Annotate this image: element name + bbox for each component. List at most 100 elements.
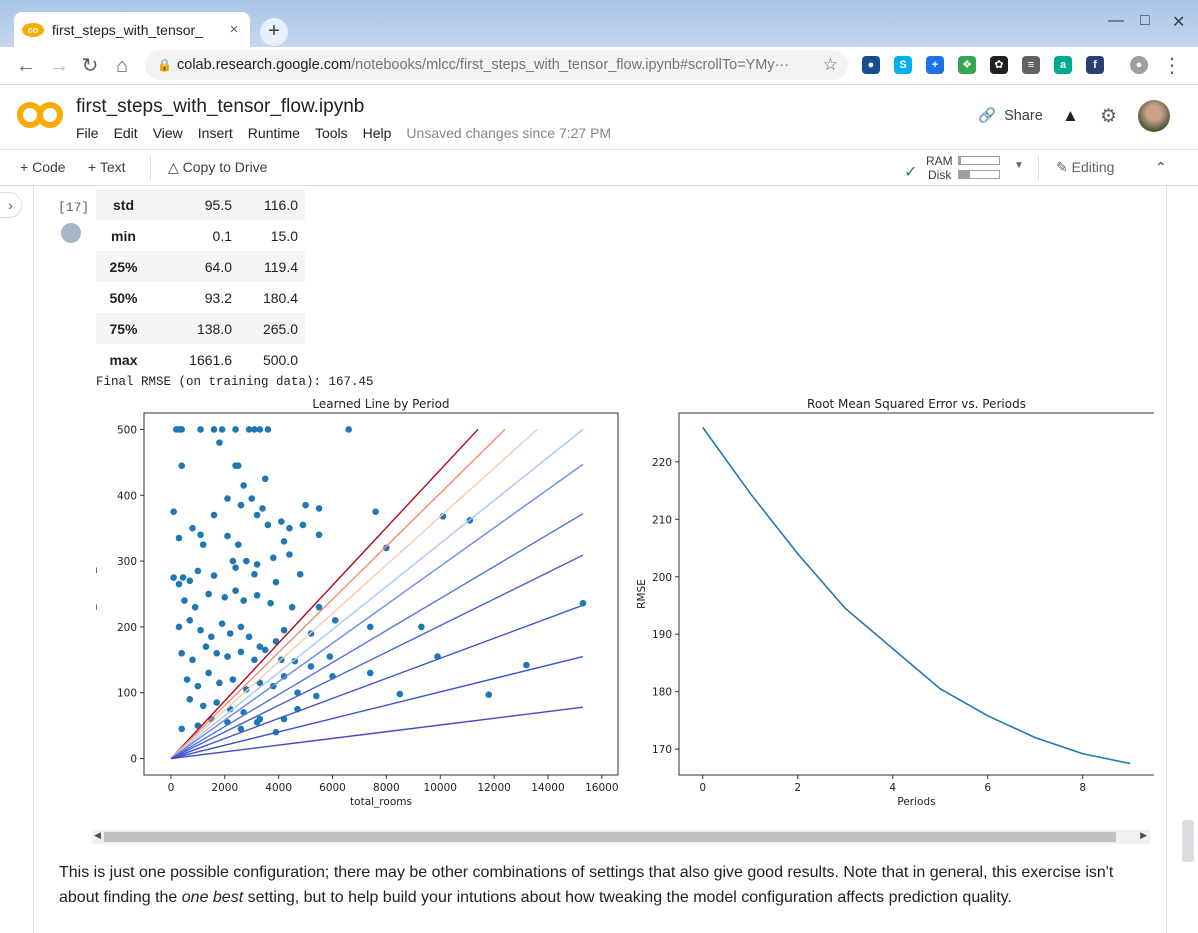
tab-title: first_steps_with_tensor_: [52, 21, 203, 38]
copy-to-drive-button[interactable]: △ Copy to Drive: [168, 159, 267, 176]
data-point: [232, 426, 239, 433]
avatar[interactable]: [1138, 100, 1170, 132]
data-point: [302, 501, 309, 509]
cell-value: 500.0: [262, 351, 298, 368]
back-icon[interactable]: ←: [14, 54, 38, 78]
bookmark-star-icon[interactable]: ☆: [823, 50, 838, 80]
data-point: [224, 495, 231, 502]
minimize-icon[interactable]: —: [1108, 12, 1124, 30]
beaker-icon[interactable]: ▲: [1062, 106, 1079, 126]
data-point: [237, 648, 245, 656]
x-tick-label: 4: [889, 782, 896, 794]
data-point: [278, 518, 285, 525]
x-tick-label: 6000: [319, 782, 346, 794]
menu-help[interactable]: Help: [363, 125, 392, 141]
chart-title: Learned Line by Period: [312, 397, 449, 411]
new-tab-button[interactable]: +: [260, 18, 288, 46]
data-point: [256, 426, 264, 433]
output-horizontal-scrollbar[interactable]: ◀ ▶: [92, 830, 1150, 844]
window-close-icon[interactable]: ✕: [1172, 12, 1185, 32]
a-extension-icon[interactable]: a: [1054, 56, 1072, 74]
home-icon[interactable]: ⌂: [110, 54, 134, 78]
menu-edit[interactable]: Edit: [114, 125, 138, 141]
table-row: max 1661.6 500.0: [96, 344, 305, 375]
profile-extension-icon[interactable]: ●: [1130, 56, 1148, 74]
compass-extension-icon[interactable]: ❖: [958, 56, 976, 74]
unsaved-status[interactable]: Unsaved changes since 7:27 PM: [406, 125, 611, 141]
skype-icon[interactable]: S: [894, 56, 912, 74]
gear-icon[interactable]: ⚙: [1100, 105, 1117, 128]
menu-insert[interactable]: Insert: [198, 125, 233, 141]
notebook-toolbar: + Code + Text △ Copy to Drive ✓ RAM Disk…: [0, 149, 1198, 186]
collapse-header-icon[interactable]: ⌃: [1155, 159, 1167, 176]
expand-sidebar-icon[interactable]: ›: [0, 192, 22, 218]
row-label: 75%: [109, 320, 138, 337]
data-point: [264, 521, 272, 529]
browser-menu-icon[interactable]: ⋮: [1160, 54, 1184, 78]
reload-icon[interactable]: ↻: [78, 54, 102, 78]
x-axis-label: total_rooms: [350, 796, 412, 808]
data-point: [181, 597, 188, 604]
message-extension-icon[interactable]: ≡: [1022, 56, 1040, 74]
menu-bar: File Edit View Insert Runtime Tools Help…: [76, 125, 626, 141]
disk-bar-fill: [959, 171, 971, 178]
paw-extension-icon[interactable]: ✿: [990, 56, 1008, 74]
scroll-left-icon[interactable]: ◀: [94, 830, 101, 841]
table-row: 50% 93.2 180.4: [96, 282, 305, 313]
data-point: [213, 699, 221, 706]
final-rmse-output: Final RMSE (on training data): 167.45: [96, 375, 374, 389]
add-code-button[interactable]: + Code: [20, 159, 66, 175]
menu-tools[interactable]: Tools: [315, 125, 348, 141]
page-vertical-scrollbar[interactable]: [1182, 820, 1194, 862]
url-path: /notebooks/mlcc/first_steps_with_tensor_…: [351, 57, 790, 73]
data-point: [253, 511, 261, 519]
data-point: [175, 580, 183, 588]
paragraph-text: setting, but to help build your intution…: [243, 889, 1012, 906]
add-text-button[interactable]: + Text: [88, 159, 126, 175]
url-field[interactable]: 🔒 colab.research.google.com/notebooks/ml…: [145, 50, 848, 80]
cell-value: 265.0: [262, 320, 298, 337]
menu-view[interactable]: View: [153, 125, 183, 141]
ram-bar-fill: [959, 157, 961, 164]
data-point: [178, 649, 186, 657]
colab-logo-icon: [17, 102, 63, 128]
data-point: [523, 661, 530, 669]
notebook-title[interactable]: first_steps_with_tensor_flow.ipynb: [76, 96, 364, 118]
data-point: [315, 531, 323, 539]
fedora-icon[interactable]: f: [1086, 56, 1104, 74]
y-tick-label: 300: [117, 556, 137, 568]
data-point: [345, 426, 352, 433]
row-label: min: [111, 227, 136, 244]
browser-tab[interactable]: co first_steps_with_tensor_ ×: [14, 12, 250, 47]
plot-frame: [143, 412, 619, 776]
editing-label: Editing: [1071, 159, 1115, 175]
y-tick-label: 190: [652, 629, 672, 641]
data-point: [259, 505, 266, 512]
output-charts: Learned Line by Period0 2000 4000 6000 8000 1…: [96, 397, 1154, 808]
disk-label: Disk: [928, 168, 952, 182]
copy-label: Copy to Drive: [182, 159, 268, 175]
editing-mode-button[interactable]: ✎ Editing: [1056, 159, 1114, 176]
data-point: [326, 653, 334, 660]
rmse-chart: Root Mean Squared Error vs. Periods 0 2 4 6 8…: [636, 397, 1154, 808]
menu-file[interactable]: File: [76, 125, 99, 141]
tab-close-icon[interactable]: ×: [226, 21, 242, 38]
data-point: [286, 551, 293, 558]
data-point: [245, 633, 253, 641]
plus-extension-icon[interactable]: +: [926, 56, 944, 74]
learned-line-chart: Learned Line by Period0 2000 4000 6000 8000 1…: [96, 397, 619, 808]
row-label: max: [109, 351, 138, 368]
menu-runtime[interactable]: Runtime: [248, 125, 300, 141]
extension-chat-icon[interactable]: ●: [862, 56, 880, 74]
maximize-icon[interactable]: □: [1140, 12, 1150, 30]
y-tick-label: 200: [117, 622, 137, 634]
data-point: [272, 578, 280, 586]
scrollbar-thumb[interactable]: [104, 832, 1116, 842]
scroll-right-icon[interactable]: ▶: [1140, 830, 1147, 841]
share-button[interactable]: 🔗 Share: [978, 107, 1043, 124]
data-point: [251, 656, 258, 664]
row-label: 25%: [109, 258, 138, 275]
forward-icon[interactable]: →: [47, 54, 71, 78]
dropdown-icon[interactable]: ▼: [1014, 160, 1024, 171]
x-tick-label: 6: [984, 782, 991, 794]
